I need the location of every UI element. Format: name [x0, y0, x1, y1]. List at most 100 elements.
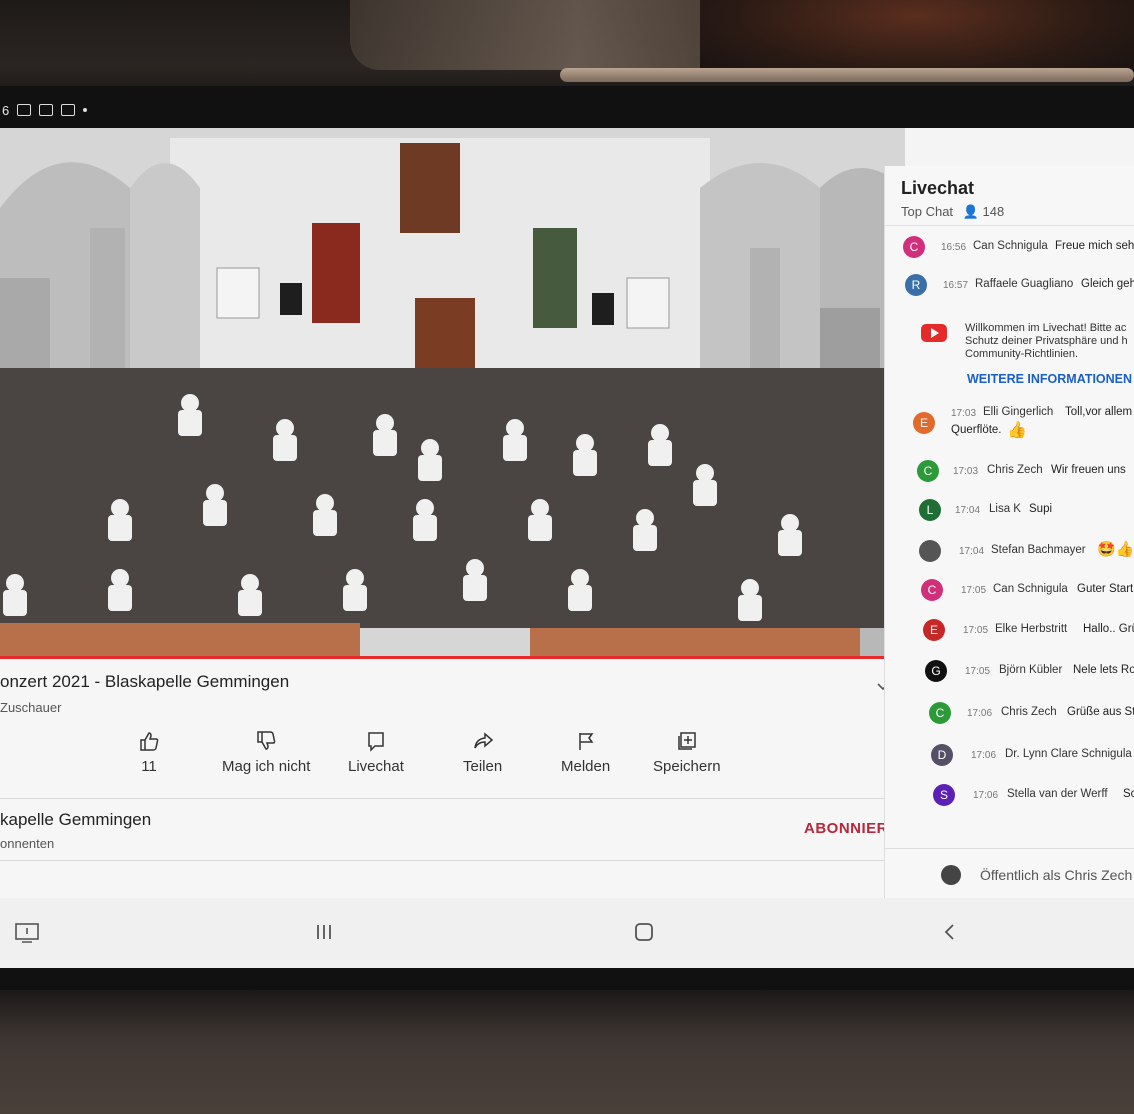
avatar: C [917, 460, 939, 482]
dislike-button[interactable]: Mag ich nicht [222, 730, 310, 775]
save-button[interactable]: Speichern [653, 730, 721, 775]
message-time: 17:06 [971, 750, 997, 761]
avatar: L [919, 499, 941, 521]
screen-icon[interactable] [14, 922, 40, 944]
save-label: Speichern [653, 758, 721, 775]
back-icon[interactable] [940, 922, 960, 942]
chat-message: E 17:05 Elke Herbstritt Hallo.. Grü [885, 615, 1134, 647]
chat-message: G 17:05 Björn Kübler Nele lets Ro [885, 656, 1134, 688]
like-count: 11 [141, 758, 157, 775]
message-text: Hallo.. Grü [1083, 623, 1134, 635]
avatar: R [905, 274, 927, 296]
chat-message: C 17:05 Can Schnigula Guter Start [885, 575, 1134, 607]
more-notifications-icon [83, 108, 88, 112]
chat-mode-label: Top Chat [901, 204, 954, 219]
avatar: C [903, 236, 925, 258]
thumbs-up-icon [140, 732, 159, 751]
message-author: Dr. Lynn Clare Schnigula [1005, 748, 1132, 760]
person-icon: 👤 [962, 204, 979, 219]
avatar: E [913, 412, 935, 434]
message-author: Stefan Bachmayer [991, 544, 1086, 556]
video-progress-bar[interactable] [0, 656, 905, 659]
photo-backdrop-bottom [0, 990, 1134, 1114]
avatar: C [929, 702, 951, 724]
message-time: 17:05 [963, 625, 989, 636]
avatar: C [921, 579, 943, 601]
home-icon[interactable] [634, 922, 654, 942]
concert-video-frame [0, 128, 905, 658]
message-text: Wir freuen uns [1051, 464, 1126, 476]
chat-input[interactable]: Öffentlich als Chris Zech [885, 848, 1134, 898]
message-author: Can Schnigula [973, 240, 1048, 252]
message-time: 17:06 [967, 708, 993, 719]
status-bar: 6 [0, 96, 300, 124]
message-text: Freue mich sehr [1055, 240, 1134, 252]
stylus-pen [560, 68, 1134, 82]
message-text: Grüße aus St [1067, 706, 1134, 718]
chat-message: E 17:03 Elli Gingerlich Toll,vor allem Q… [885, 400, 1134, 444]
gallery-icon [17, 104, 32, 116]
avatar: D [931, 744, 953, 766]
thumbs-up-emoji-icon: 👍 [1007, 422, 1027, 439]
notice-text: Willkommen im Livechat! Bitte ac Schutz … [965, 322, 1128, 360]
report-button[interactable]: Melden [561, 730, 610, 775]
youtube-icon [921, 324, 947, 342]
message-time: 17:05 [965, 666, 991, 677]
message-time: 16:56 [941, 242, 967, 253]
emoji-icon[interactable] [941, 865, 961, 885]
chat-welcome-notice: Willkommen im Livechat! Bitte ac Schutz … [915, 314, 1134, 394]
chat-message: 17:04 Stefan Bachmayer 🤩👍 [885, 536, 1134, 568]
message-time: 17:04 [955, 505, 981, 516]
like-button[interactable]: 11 [138, 730, 160, 775]
action-bar: 11 Mag ich nicht Livechat Teilen Melden … [110, 730, 730, 790]
chat-input-placeholder: Öffentlich als Chris Zech [980, 867, 1133, 883]
message-author: Stella van der Werff [1007, 788, 1108, 800]
status-time: 6 [2, 102, 10, 118]
message-author: Lisa K [989, 503, 1021, 515]
share-icon [473, 732, 493, 749]
avatar: E [923, 619, 945, 641]
live-chat-panel: Livechat Top Chat 👤 148 C 16:56 Can Schn… [884, 166, 1134, 898]
message-time: 17:05 [961, 585, 987, 596]
notification-icon [39, 104, 54, 116]
divider [0, 860, 918, 861]
chat-message: S 17:06 Stella van der Werff Sc [885, 780, 1134, 812]
chat-viewer-count: 148 [982, 204, 1005, 219]
message-author: Chris Zech [987, 464, 1043, 476]
share-label: Teilen [463, 758, 503, 775]
chat-title: Livechat [901, 178, 975, 198]
chat-icon [368, 732, 384, 752]
channel-name[interactable]: kapelle Gemmingen [0, 810, 151, 830]
chat-message: R 16:57 Raffaele Guagliano Gleich geh [885, 270, 1134, 302]
subscriber-count: onnenten [0, 836, 55, 851]
system-nav-bar [0, 898, 1134, 968]
mail-icon [61, 104, 76, 116]
avatar: S [933, 784, 955, 806]
playlist-add-icon [678, 732, 696, 750]
viewer-count-label: Zuschauer [0, 700, 62, 715]
message-time: 17:03 [951, 408, 977, 419]
recent-apps-icon[interactable] [314, 922, 334, 942]
chat-message: C 17:03 Chris Zech Wir freuen uns [885, 456, 1134, 488]
message-text: Toll,vor allem [1065, 406, 1133, 418]
chat-mode-selector[interactable]: Top Chat 👤 148 [901, 204, 1004, 220]
video-player[interactable] [0, 128, 905, 658]
message-author: Björn Kübler [999, 664, 1063, 676]
chat-message: C 16:56 Can Schnigula Freue mich sehr [885, 232, 1134, 264]
message-text: Sc [1123, 788, 1134, 800]
message-author: Raffaele Guagliano [975, 278, 1074, 290]
message-author: Can Schnigula [993, 583, 1068, 595]
chat-message: D 17:06 Dr. Lynn Clare Schnigula [885, 740, 1134, 772]
livechat-button[interactable]: Livechat [348, 730, 404, 775]
photo-backdrop-wall [350, 0, 730, 70]
message-time: 17:03 [953, 466, 979, 477]
share-button[interactable]: Teilen [463, 730, 502, 775]
message-time: 17:04 [959, 546, 985, 557]
more-info-link[interactable]: WEITERE INFORMATIONEN [967, 372, 1132, 386]
message-text: 🤩👍 [1097, 541, 1134, 558]
divider [0, 798, 918, 799]
report-label: Melden [561, 758, 611, 775]
video-title: onzert 2021 - Blaskapelle Gemmingen [0, 672, 290, 691]
livechat-label: Livechat [348, 758, 404, 775]
message-text-continued: Querflöte. [951, 424, 1002, 436]
